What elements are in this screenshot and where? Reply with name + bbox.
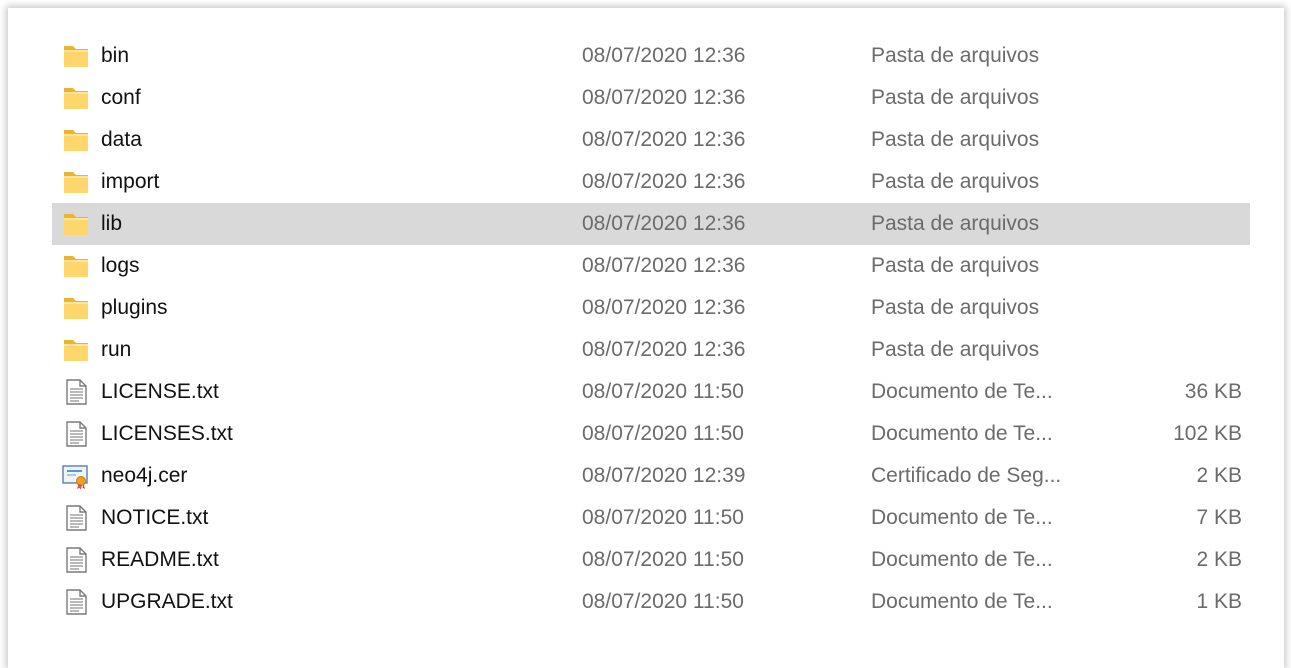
file-row[interactable]: NOTICE.txt 08/07/2020 11:50 Documento de T…: [52, 497, 1250, 539]
folder-icon: [62, 84, 90, 112]
text-document-icon: [62, 588, 90, 616]
file-date-modified: 08/07/2020 12:36: [582, 170, 746, 193]
file-type: Documento de Te...: [871, 548, 1053, 571]
file-name: LICENSE.txt: [101, 380, 219, 403]
file-type: Documento de Te...: [871, 422, 1053, 445]
file-row[interactable]: lib 08/07/2020 12:36 Pasta de arquivos: [52, 203, 1250, 245]
file-row[interactable]: README.txt 08/07/2020 11:50 Documento de T…: [52, 539, 1250, 581]
file-name: data: [101, 128, 142, 151]
file-size: 2 KB: [1196, 464, 1242, 487]
file-name: conf: [101, 86, 141, 109]
file-size: 7 KB: [1196, 506, 1242, 529]
file-date-modified: 08/07/2020 11:50: [582, 590, 744, 613]
file-type: Pasta de arquivos: [871, 338, 1040, 361]
file-date-modified: 08/07/2020 12:36: [582, 338, 746, 361]
file-row[interactable]: bin 08/07/2020 12:36 Pasta de arquivos: [52, 35, 1250, 77]
file-type: Certificado de Seg...: [871, 464, 1062, 487]
file-name: README.txt: [101, 548, 219, 571]
file-type: Pasta de arquivos: [871, 170, 1040, 193]
file-date-modified: 08/07/2020 12:36: [582, 254, 746, 277]
file-row[interactable]: UPGRADE.txt 08/07/2020 11:50 Documento de …: [52, 581, 1250, 623]
file-list: bin 08/07/2020 12:36 Pasta de arquivos conf…: [52, 35, 1250, 623]
file-size: 102 KB: [1173, 422, 1242, 445]
file-date-modified: 08/07/2020 12:36: [582, 128, 746, 151]
file-size: 36 KB: [1184, 380, 1242, 403]
folder-icon: [62, 294, 90, 322]
text-document-icon: [62, 420, 90, 448]
explorer-window: bin 08/07/2020 12:36 Pasta de arquivos conf…: [8, 8, 1284, 668]
file-date-modified: 08/07/2020 11:50: [582, 422, 744, 445]
file-name: logs: [101, 254, 140, 277]
file-date-modified: 08/07/2020 11:50: [582, 548, 744, 571]
folder-icon: [62, 126, 90, 154]
file-type: Documento de Te...: [871, 590, 1053, 613]
file-name: plugins: [101, 296, 168, 319]
file-name: NOTICE.txt: [101, 506, 209, 529]
file-type: Pasta de arquivos: [871, 296, 1040, 319]
text-document-icon: [62, 504, 90, 532]
certificate-icon: [62, 462, 90, 490]
folder-icon: [62, 42, 90, 70]
file-row[interactable]: conf 08/07/2020 12:36 Pasta de arquivos: [52, 77, 1250, 119]
file-type: Pasta de arquivos: [871, 44, 1040, 67]
file-date-modified: 08/07/2020 12:36: [582, 44, 746, 67]
file-type: Documento de Te...: [871, 380, 1053, 403]
file-size: 2 KB: [1196, 548, 1242, 571]
file-row[interactable]: LICENSES.txt 08/07/2020 11:50 Documento de…: [52, 413, 1250, 455]
file-row[interactable]: run 08/07/2020 12:36 Pasta de arquivos: [52, 329, 1250, 371]
folder-icon: [62, 210, 90, 238]
file-row[interactable]: LICENSE.txt 08/07/2020 11:50 Documento de …: [52, 371, 1250, 413]
file-name: LICENSES.txt: [101, 422, 233, 445]
file-row[interactable]: neo4j.cer 08/07/2020 12:39 Certificado de …: [52, 455, 1250, 497]
file-name: import: [101, 170, 160, 193]
text-document-icon: [62, 546, 90, 574]
file-date-modified: 08/07/2020 12:39: [582, 464, 746, 487]
file-date-modified: 08/07/2020 12:36: [582, 86, 746, 109]
file-row[interactable]: plugins 08/07/2020 12:36 Pasta de arquivos: [52, 287, 1250, 329]
file-name: bin: [101, 44, 130, 67]
file-date-modified: 08/07/2020 11:50: [582, 506, 744, 529]
file-type: Pasta de arquivos: [871, 254, 1040, 277]
folder-icon: [62, 168, 90, 196]
folder-icon: [62, 252, 90, 280]
file-date-modified: 08/07/2020 11:50: [582, 380, 744, 403]
file-type: Pasta de arquivos: [871, 128, 1040, 151]
file-name: UPGRADE.txt: [101, 590, 233, 613]
file-row[interactable]: logs 08/07/2020 12:36 Pasta de arquivos: [52, 245, 1250, 287]
file-type: Pasta de arquivos: [871, 212, 1040, 235]
text-document-icon: [62, 378, 90, 406]
file-row[interactable]: import 08/07/2020 12:36 Pasta de arquivos: [52, 161, 1250, 203]
file-name: lib: [101, 212, 123, 235]
file-name: neo4j.cer: [101, 464, 188, 487]
file-size: 1 KB: [1196, 590, 1242, 613]
folder-icon: [62, 336, 90, 364]
file-date-modified: 08/07/2020 12:36: [582, 212, 746, 235]
file-row[interactable]: data 08/07/2020 12:36 Pasta de arquivos: [52, 119, 1250, 161]
file-type: Pasta de arquivos: [871, 86, 1040, 109]
file-date-modified: 08/07/2020 12:36: [582, 296, 746, 319]
file-name: run: [101, 338, 132, 361]
file-type: Documento de Te...: [871, 506, 1053, 529]
